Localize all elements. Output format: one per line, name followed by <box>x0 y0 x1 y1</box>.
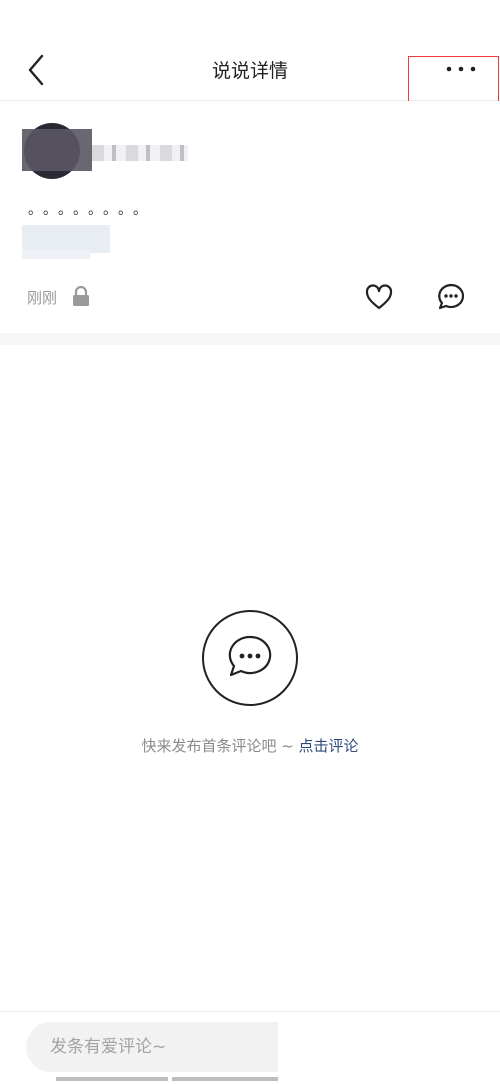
post-content: 。。。。。。。。 <box>28 202 155 218</box>
avatar-mosaic <box>22 129 92 171</box>
bottom-comment-bar <box>0 1011 500 1084</box>
comment-bubble-icon <box>438 283 465 310</box>
comment-button[interactable] <box>436 282 466 312</box>
post-card: 。。。。。。。。 刚刚 <box>0 101 500 333</box>
section-divider <box>0 333 500 345</box>
post-time: 刚刚 <box>27 289 58 307</box>
content-mosaic-strip <box>22 249 90 259</box>
click-to-comment-link[interactable]: 点击评论 <box>299 737 359 755</box>
empty-comments-text: 快来发布首条评论吧 ~ 点击评论 <box>0 735 500 756</box>
like-button[interactable] <box>364 283 394 311</box>
empty-comments-prompt: 快来发布首条评论吧 ~ <box>141 737 299 755</box>
lock-icon <box>73 285 89 306</box>
username-mosaic[interactable] <box>92 145 188 161</box>
home-indicator-left <box>56 1077 168 1081</box>
comment-bubble-icon <box>202 610 298 706</box>
home-indicator-right <box>172 1077 278 1081</box>
comment-input[interactable] <box>26 1022 278 1072</box>
heart-icon <box>365 284 393 310</box>
annotation-highlight-box <box>408 56 499 102</box>
